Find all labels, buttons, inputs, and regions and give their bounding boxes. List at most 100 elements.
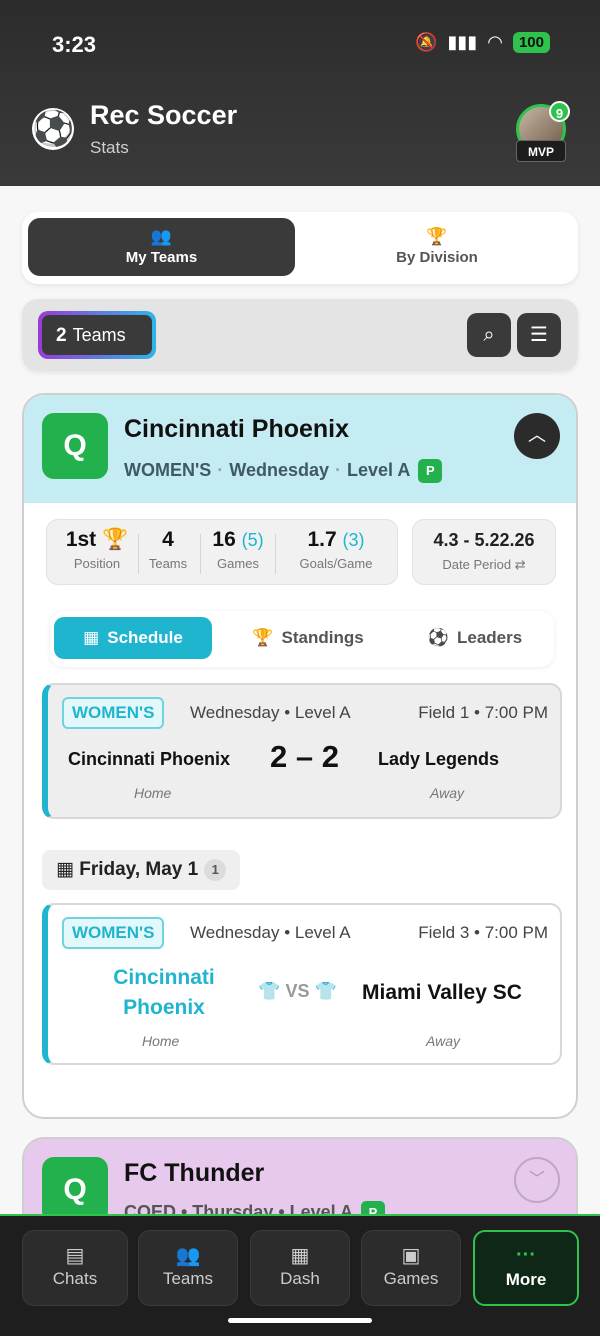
nav-teams-label: Teams xyxy=(162,1269,214,1288)
gpg-sub: (3) xyxy=(342,530,365,550)
team-meta: WOMEN'S · Wednesday · Level AP xyxy=(124,459,443,483)
games-sub: (5) xyxy=(241,530,264,550)
stat-games: 16 (5) Games xyxy=(205,528,271,571)
home-team: Cincinnati Phoenix xyxy=(68,749,231,769)
teams-value: 4 xyxy=(162,528,174,551)
team-gender: WOMEN'S xyxy=(124,459,212,480)
soccer-ball-icon: ⚽ xyxy=(32,108,75,150)
mute-icon: 🔕 xyxy=(415,32,438,52)
tab-standings[interactable]: 🏆 Standings xyxy=(228,617,388,659)
people-icon: 👥 xyxy=(150,227,173,246)
team-name: FC Thunder xyxy=(124,1159,265,1187)
view-segmented-control: 👥 My Teams 🏆 By Division xyxy=(22,212,578,284)
game-score: 2 – 2 xyxy=(270,739,339,774)
game-meta: Wednesday • Level A xyxy=(190,703,351,722)
stat-position: 1st 🏆 Position xyxy=(61,528,133,571)
day-label: Friday, May 1 xyxy=(79,859,199,880)
status-icons: 🔕 ▮▮▮ ◠ 100 xyxy=(415,32,550,53)
chat-icon: ▤ xyxy=(65,1245,85,1267)
stat-teams: 4 Teams xyxy=(142,528,194,571)
jersey-icon: 👕 xyxy=(314,981,337,1001)
gpg-value: 1.7 xyxy=(307,528,337,551)
teams-count-value: 2 xyxy=(56,325,67,346)
nav-more[interactable]: ··· More xyxy=(473,1230,579,1306)
nav-teams[interactable]: 👥 Teams xyxy=(138,1230,238,1306)
calendar-icon: ▣ xyxy=(401,1245,421,1267)
away-team: Lady Legends xyxy=(378,749,500,769)
games-label: Games xyxy=(217,556,259,571)
dashboard-icon: ▦ xyxy=(290,1245,310,1267)
division-badge: WOMEN'S xyxy=(62,917,165,949)
team-card: Q Cincinnati Phoenix WOMEN'S · Wednesday · L… xyxy=(22,393,578,1119)
more-icon: ··· xyxy=(516,1244,536,1266)
game-card[interactable]: WOMEN'S Wednesday • Level A Field 1 • 7:… xyxy=(42,683,562,819)
nav-chats-label: Chats xyxy=(52,1269,98,1288)
status-time: 3:23 xyxy=(52,32,97,57)
team-stats: 1st 🏆 Position 4 Teams 16 (5) Games 1.7 … xyxy=(46,519,398,585)
games-value: 16 xyxy=(212,528,236,551)
trophy-icon: 🏆 xyxy=(102,528,129,551)
tab-leaders[interactable]: ⚽ Leaders xyxy=(402,617,548,659)
search-icon: ⌕ xyxy=(483,324,495,346)
game-card[interactable]: WOMEN'S Wednesday • Level A Field 3 • 7:… xyxy=(42,903,562,1065)
sliders-icon: ☰ xyxy=(530,324,548,346)
my-teams-tab[interactable]: 👥 My Teams xyxy=(28,218,295,276)
nav-chats[interactable]: ▤ Chats xyxy=(22,1230,128,1306)
team-day: Wednesday xyxy=(229,459,329,480)
away-label: Away xyxy=(430,785,464,801)
away-label: Away xyxy=(426,1033,460,1049)
level-badge: P xyxy=(418,459,443,483)
filter-button[interactable]: ☰ xyxy=(517,313,561,357)
app-subtitle: Stats xyxy=(90,138,129,157)
nav-games-label: Games xyxy=(383,1269,439,1288)
game-field-time: Field 3 • 7:00 PM xyxy=(418,923,548,942)
position-label: Position xyxy=(73,556,121,571)
teams-count-chip[interactable]: 2 Teams xyxy=(38,311,156,359)
by-division-label: By Division xyxy=(396,249,478,266)
stat-goals-per-game: 1.7 (3) Goals/Game xyxy=(281,528,391,571)
division-badge: WOMEN'S xyxy=(62,697,165,729)
trophy-icon: 🏆 xyxy=(426,227,448,246)
home-label: Home xyxy=(142,1033,180,1049)
tab-leaders-label: Leaders xyxy=(456,628,523,647)
tab-standings-label: Standings xyxy=(281,628,364,647)
nav-games[interactable]: ▣ Games xyxy=(361,1230,461,1306)
calendar-icon: ▦ xyxy=(56,859,80,880)
search-button[interactable]: ⌕ xyxy=(467,313,511,357)
game-field-time: Field 1 • 7:00 PM xyxy=(418,703,548,722)
jersey-icon: 👕 xyxy=(258,981,281,1001)
day-count: 1 xyxy=(204,858,227,881)
team-name: Cincinnati Phoenix xyxy=(124,415,350,443)
collapse-button[interactable]: ︿ xyxy=(514,413,560,459)
app-header: 3:23 🔕 ▮▮▮ ◠ 100 ⚽ Rec Soccer Stats 9 MV… xyxy=(0,0,600,186)
calendar-icon: ▦ xyxy=(83,628,100,647)
teams-label: Teams xyxy=(148,556,188,571)
team-level: Level A xyxy=(346,459,411,480)
home-label: Home xyxy=(134,785,172,801)
gpg-label: Goals/Game xyxy=(299,556,373,571)
nav-dash[interactable]: ▦ Dash xyxy=(250,1230,350,1306)
chevron-down-icon: ﹀ xyxy=(528,1171,545,1188)
my-teams-label: My Teams xyxy=(125,249,198,266)
day-header: ▦ Friday, May 11 xyxy=(42,850,241,890)
expand-button[interactable]: ﹀ xyxy=(514,1157,560,1203)
wifi-icon: ◠ xyxy=(487,32,503,52)
battery-icon: 100 xyxy=(512,32,550,53)
position-value: 1st xyxy=(65,528,97,551)
date-period-button[interactable]: 4.3 - 5.22.26 Date Period ⇄ xyxy=(412,519,556,585)
mvp-tag: MVP xyxy=(516,140,566,162)
signal-icon: ▮▮▮ xyxy=(447,32,478,52)
team-card-header[interactable]: Q Cincinnati Phoenix WOMEN'S · Wednesday · L… xyxy=(24,395,576,503)
teams-toolbar: 2 Teams ⌕ ☰ xyxy=(22,299,578,371)
teams-count-label: Teams xyxy=(72,325,126,345)
nav-dash-label: Dash xyxy=(280,1269,320,1288)
trophy-icon: 🏆 xyxy=(252,628,274,647)
by-division-tab[interactable]: 🏆 By Division xyxy=(302,218,572,276)
swap-icon: ⇄ xyxy=(514,557,526,572)
notification-badge: 9 xyxy=(549,101,570,122)
vs-label: 👕 VS 👕 xyxy=(258,981,337,1002)
soccer-ball-icon: ⚽ xyxy=(427,628,449,647)
date-period-label: Date Period xyxy=(442,557,512,572)
date-period-value: 4.3 - 5.22.26 xyxy=(433,530,535,550)
tab-schedule[interactable]: ▦ Schedule xyxy=(54,617,212,659)
